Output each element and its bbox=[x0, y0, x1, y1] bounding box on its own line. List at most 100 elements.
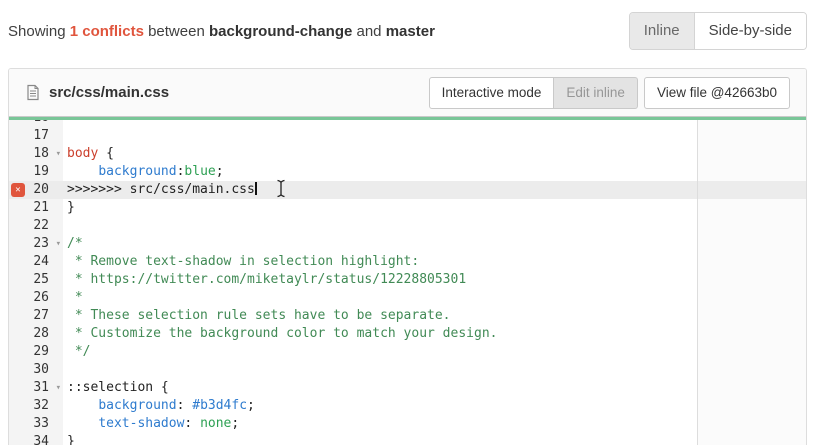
code-line-content[interactable]: * bbox=[63, 289, 83, 307]
code-line-content[interactable]: * These selection rule sets have to be s… bbox=[63, 307, 451, 325]
code-line-content[interactable]: } bbox=[63, 199, 75, 217]
line-gutter: 30 bbox=[9, 361, 63, 379]
code-line[interactable]: 18 ▾body { bbox=[9, 145, 806, 163]
line-number: 20 bbox=[33, 181, 49, 199]
code-editor[interactable]: 161718▾body {19 background:blue;✕20>>>>>… bbox=[9, 120, 806, 445]
line-number: 22 bbox=[33, 217, 49, 235]
code-line-content[interactable]: /* bbox=[63, 235, 83, 253]
editor-right-border bbox=[697, 120, 698, 445]
line-gutter: 32 bbox=[9, 397, 63, 415]
inline-view-button[interactable]: Inline bbox=[630, 13, 694, 49]
fold-arrow-icon[interactable]: ▾ bbox=[56, 235, 61, 253]
code-line-content[interactable]: * https://twitter.com/miketaylr/status/1… bbox=[63, 271, 466, 289]
branch-name-base: master bbox=[386, 23, 435, 40]
file-icon bbox=[25, 84, 41, 101]
summary-between: between bbox=[148, 23, 205, 40]
code-line[interactable]: 26 * bbox=[9, 289, 806, 307]
code-line[interactable]: 21} bbox=[9, 199, 806, 217]
code-line[interactable]: 22 bbox=[9, 217, 806, 235]
line-number: 16 bbox=[33, 120, 49, 127]
code-line-content[interactable]: ::selection { bbox=[63, 379, 169, 397]
fold-arrow-icon[interactable]: ▾ bbox=[56, 145, 61, 163]
line-gutter: 21 bbox=[9, 199, 63, 217]
conflict-summary-text: Showing 1 conflicts between background-c… bbox=[8, 23, 435, 40]
code-line-content[interactable]: background: #b3d4fc; bbox=[63, 397, 255, 415]
file-conflict-panel: src/css/main.css Interactive mode Edit i… bbox=[8, 68, 807, 445]
code-line-content[interactable]: >>>>>>> src/css/main.css bbox=[63, 181, 257, 199]
edit-inline-button[interactable]: Edit inline bbox=[554, 77, 638, 109]
line-number: 21 bbox=[33, 199, 49, 217]
code-line[interactable]: 32 background: #b3d4fc; bbox=[9, 397, 806, 415]
code-line[interactable]: 33 text-shadow: none; bbox=[9, 415, 806, 433]
code-line-content[interactable]: } bbox=[63, 433, 75, 445]
conflict-summary-bar: Showing 1 conflicts between background-c… bbox=[8, 12, 807, 50]
file-header-buttons: Interactive mode Edit inline View file @… bbox=[429, 77, 790, 109]
line-number: 31 bbox=[33, 379, 49, 397]
line-gutter: 16 bbox=[9, 120, 63, 127]
code-line[interactable]: 31 ▾::selection { bbox=[9, 379, 806, 397]
line-number: 17 bbox=[33, 127, 49, 145]
code-line-content[interactable]: text-shadow: none; bbox=[63, 415, 239, 433]
line-number: 27 bbox=[33, 307, 49, 325]
line-gutter: 33 bbox=[9, 415, 63, 433]
file-path: src/css/main.css bbox=[49, 84, 169, 101]
line-number: 18 bbox=[33, 145, 49, 163]
line-gutter: 31 ▾ bbox=[9, 379, 63, 397]
code-line[interactable]: 24 * Remove text-shadow in selection hig… bbox=[9, 253, 806, 271]
line-gutter: 26 bbox=[9, 289, 63, 307]
branch-name-head: background-change bbox=[209, 23, 352, 40]
code-line[interactable]: 27 * These selection rule sets have to b… bbox=[9, 307, 806, 325]
line-number: 19 bbox=[33, 163, 49, 181]
code-line[interactable]: 17 bbox=[9, 127, 806, 145]
line-gutter: 29 bbox=[9, 343, 63, 361]
code-line-content[interactable]: * Remove text-shadow in selection highli… bbox=[63, 253, 419, 271]
summary-showing: Showing bbox=[8, 23, 66, 40]
file-header: src/css/main.css Interactive mode Edit i… bbox=[9, 69, 806, 117]
interactive-mode-button[interactable]: Interactive mode bbox=[429, 77, 555, 109]
line-gutter: 28 bbox=[9, 325, 63, 343]
code-line[interactable]: 34} bbox=[9, 433, 806, 445]
line-number: 24 bbox=[33, 253, 49, 271]
summary-and: and bbox=[357, 23, 382, 40]
code-line-content[interactable]: body { bbox=[63, 145, 114, 163]
code-line[interactable]: 28 * Customize the background color to m… bbox=[9, 325, 806, 343]
code-line-content[interactable] bbox=[63, 120, 67, 127]
line-gutter: 17 bbox=[9, 127, 63, 145]
code-line-content[interactable]: */ bbox=[63, 343, 90, 361]
fold-arrow-icon[interactable]: ▾ bbox=[56, 379, 61, 397]
code-line[interactable]: 25 * https://twitter.com/miketaylr/statu… bbox=[9, 271, 806, 289]
code-line[interactable]: 19 background:blue; bbox=[9, 163, 806, 181]
code-line[interactable]: 16 bbox=[9, 120, 806, 127]
line-number: 30 bbox=[33, 361, 49, 379]
line-number: 28 bbox=[33, 325, 49, 343]
code-line-content[interactable] bbox=[63, 217, 67, 235]
line-number: 25 bbox=[33, 271, 49, 289]
conflict-marker-icon: ✕ bbox=[11, 183, 25, 197]
code-line[interactable]: ✕ 20 >>>>>>> src/css/main.css bbox=[9, 181, 806, 199]
code-line-content[interactable]: background:blue; bbox=[63, 163, 224, 181]
code-line[interactable]: 29 */ bbox=[9, 343, 806, 361]
line-gutter: 24 bbox=[9, 253, 63, 271]
code-editor-lines[interactable]: 161718▾body {19 background:blue;✕20>>>>>… bbox=[9, 120, 806, 445]
line-gutter: 23 ▾ bbox=[9, 235, 63, 253]
line-number: 26 bbox=[33, 289, 49, 307]
line-number: 23 bbox=[33, 235, 49, 253]
view-file-button[interactable]: View file @42663b0 bbox=[644, 77, 790, 109]
line-gutter: 25 bbox=[9, 271, 63, 289]
code-line-content[interactable]: * Customize the background color to matc… bbox=[63, 325, 497, 343]
line-gutter: 22 bbox=[9, 217, 63, 235]
line-gutter: 34 bbox=[9, 433, 63, 445]
side-by-side-view-button[interactable]: Side-by-side bbox=[694, 13, 806, 49]
line-number: 33 bbox=[33, 415, 49, 433]
code-line[interactable]: 23 ▾/* bbox=[9, 235, 806, 253]
text-caret bbox=[255, 182, 257, 195]
code-line-content[interactable] bbox=[63, 127, 67, 145]
line-gutter: 27 bbox=[9, 307, 63, 325]
code-line-content[interactable] bbox=[63, 361, 67, 379]
line-number: 32 bbox=[33, 397, 49, 415]
line-number: 34 bbox=[33, 433, 49, 445]
code-line[interactable]: 30 bbox=[9, 361, 806, 379]
line-gutter: 19 bbox=[9, 163, 63, 181]
text-cursor-pointer bbox=[275, 179, 287, 203]
line-number: 29 bbox=[33, 343, 49, 361]
